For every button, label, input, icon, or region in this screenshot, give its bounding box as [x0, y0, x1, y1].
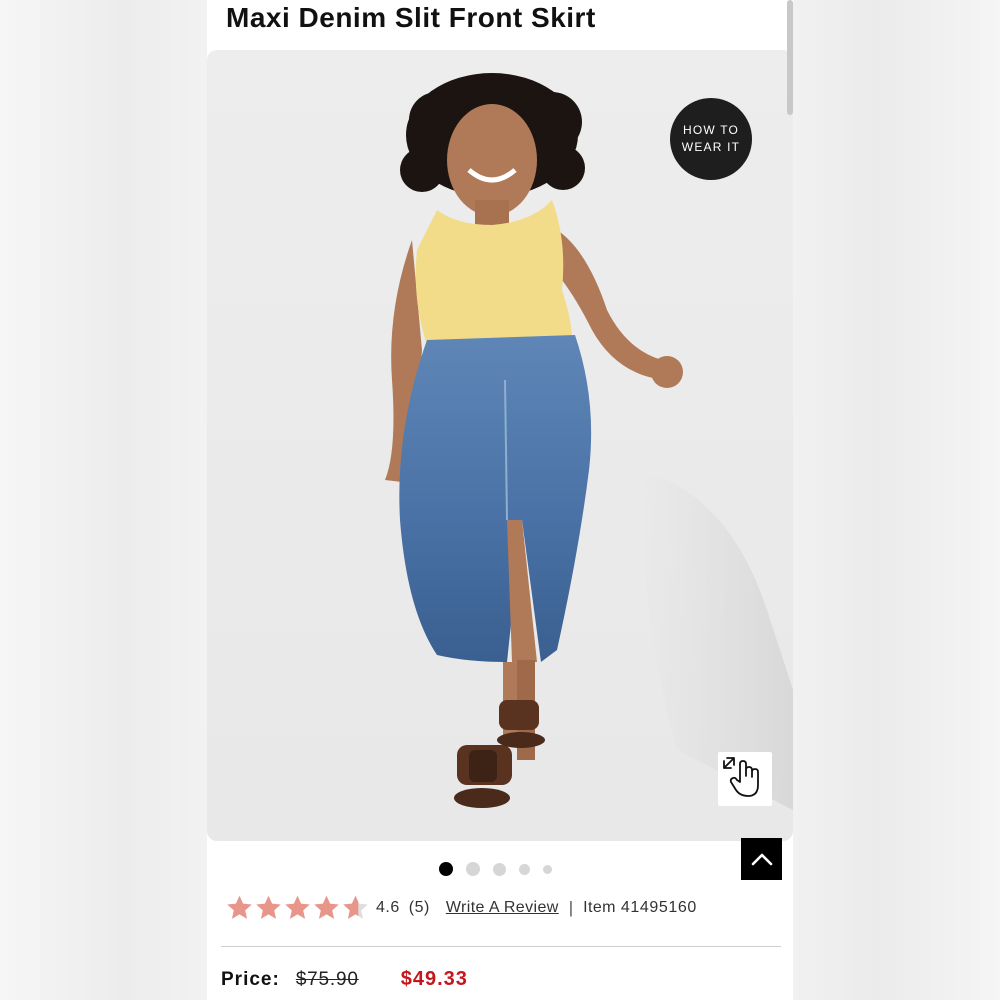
star-icon	[256, 895, 281, 919]
star-icon	[314, 895, 339, 919]
star-half-icon	[343, 895, 368, 919]
divider	[221, 946, 781, 947]
gallery-dot-2[interactable]	[466, 862, 480, 876]
product-page: Maxi Denim Slit Front Skirt HOW TO WEAR …	[207, 0, 793, 1000]
how-to-wear-line1: HOW TO	[682, 123, 740, 137]
rating-value: 4.6	[376, 899, 400, 916]
review-count[interactable]: (5)	[409, 899, 430, 917]
gallery-dot-1[interactable]	[439, 862, 453, 876]
original-price: $75.90	[295, 969, 359, 990]
background-left	[0, 0, 207, 1000]
star-icon	[227, 895, 252, 919]
how-to-wear-it-button[interactable]: HOW TO WEAR IT	[670, 98, 752, 180]
gallery-dot-4[interactable]	[519, 863, 530, 875]
chevron-up-icon	[751, 853, 772, 866]
scrollbar-thumb[interactable]	[787, 0, 793, 115]
item-number: 41495160	[620, 899, 697, 916]
price-row: Price: $75.90 $49.33	[221, 968, 468, 991]
gallery-dot-5[interactable]	[543, 864, 552, 874]
back-to-top-button[interactable]	[741, 838, 782, 880]
product-image-gallery[interactable]: HOW TO WEAR IT	[207, 50, 793, 841]
gallery-pagination	[439, 861, 565, 877]
zoom-button[interactable]	[718, 752, 772, 806]
gallery-dot-3[interactable]	[493, 862, 506, 876]
item-label: Item	[583, 899, 616, 916]
sale-price: $49.33	[400, 968, 468, 990]
hand-pointer-expand-icon	[723, 757, 759, 797]
how-to-wear-line2: WEAR IT	[681, 140, 741, 154]
star-icon	[285, 895, 310, 919]
star-rating[interactable]	[225, 894, 370, 922]
product-title: Maxi Denim Slit Front Skirt	[226, 2, 596, 33]
separator: |	[568, 898, 574, 917]
background-right	[793, 0, 1000, 1000]
price-label: Price:	[221, 969, 280, 990]
write-review-link[interactable]: Write A Review	[446, 899, 559, 917]
rating-row: 4.6 (5) Write A Review | Item 41495160	[225, 891, 697, 925]
